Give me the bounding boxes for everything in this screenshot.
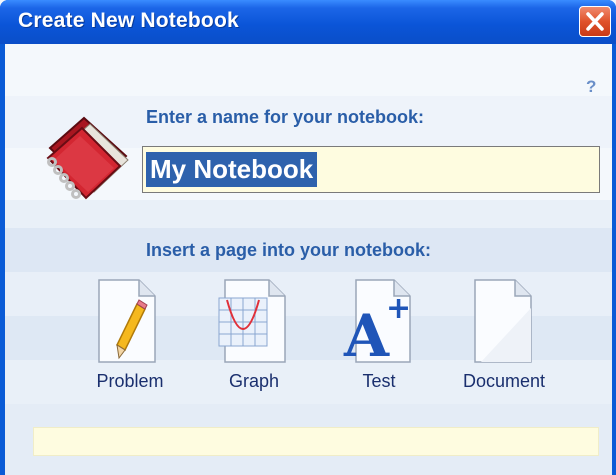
page-type-label: Test — [362, 371, 396, 391]
pencil-page-icon — [98, 279, 156, 363]
notebook-name-field[interactable]: My Notebook — [142, 146, 600, 193]
page-type-label: Graph — [228, 371, 280, 391]
page-type-document[interactable]: Document — [449, 278, 559, 398]
page-type-graph[interactable]: Graph — [199, 278, 309, 398]
page-heading: Insert a page into your notebook: — [146, 240, 432, 260]
document-page-icon — [474, 279, 532, 363]
page-type-label: Problem — [96, 371, 164, 391]
notebook-icon — [46, 116, 129, 200]
notebook-name-value[interactable]: My Notebook — [146, 152, 318, 187]
close-button[interactable] — [579, 6, 611, 37]
graph-page-icon — [218, 279, 286, 363]
status-bar — [33, 427, 599, 456]
page-type-label: Document — [462, 371, 546, 391]
window-title: Create New Notebook — [18, 9, 239, 32]
dialog-window: Create New Notebook ? Enter a name for y… — [0, 0, 616, 475]
page-type-problem[interactable]: Problem — [75, 278, 185, 398]
title-bar[interactable]: Create New Notebook — [0, 0, 616, 44]
svg-text:+: + — [386, 291, 411, 326]
svg-text:A: A — [343, 302, 390, 364]
page-type-test[interactable]: A + Test — [324, 278, 434, 398]
help-icon[interactable]: ? — [586, 77, 596, 97]
test-page-icon: A + — [343, 279, 411, 364]
name-heading: Enter a name for your notebook: — [146, 107, 425, 127]
close-icon — [586, 12, 604, 31]
